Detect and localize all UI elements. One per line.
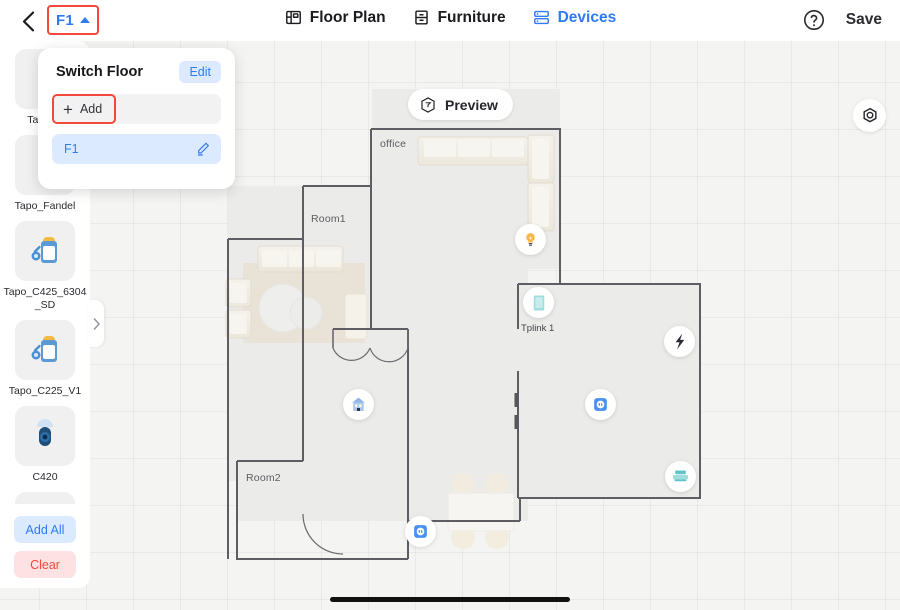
- tab-furniture[interactable]: Furniture: [412, 8, 506, 27]
- device-marker-socket-1[interactable]: [585, 389, 616, 420]
- home-indicator: [330, 597, 570, 602]
- device-marker-hub[interactable]: [343, 389, 374, 420]
- nut-gear-icon: [862, 107, 877, 122]
- add-floor-button[interactable]: + Add: [52, 94, 117, 124]
- list-item[interactable]: Tapo_C425_6304_SD: [0, 213, 90, 312]
- chevron-right-icon: [92, 317, 100, 330]
- list-item[interactable]: [0, 484, 90, 504]
- add-all-button[interactable]: Add All: [14, 516, 76, 543]
- device-thumbnail: [15, 492, 75, 504]
- list-item[interactable]: Tapo_C225_V1: [0, 312, 90, 398]
- question-circle-icon[interactable]: [802, 8, 826, 32]
- device-name: Tapo_Fandel: [14, 200, 76, 212]
- save-button[interactable]: Save: [846, 11, 882, 29]
- power-socket-icon: [414, 525, 427, 538]
- canvas-settings-button[interactable]: [853, 99, 886, 132]
- tab-floor-plan-label: Floor Plan: [309, 8, 386, 26]
- device-thumbnail: [15, 406, 75, 466]
- camera-icon: [31, 237, 57, 263]
- camera-bullet-icon: [37, 419, 53, 446]
- nav-tabs: Floor Plan Furniture Devices: [0, 8, 900, 27]
- preview-button-label: Preview: [445, 96, 498, 113]
- tablet-panel-icon: [533, 295, 544, 310]
- devices-icon: [533, 10, 549, 25]
- top-bar: F1 Floor Plan Furniture Devices Save: [0, 0, 900, 41]
- tab-floor-plan[interactable]: Floor Plan: [284, 8, 386, 27]
- app-root: office Room1 Room2 Tplink 1 Preview Tapo…: [0, 0, 900, 610]
- floor-item-label: F1: [64, 142, 79, 156]
- switch-floor-popover[interactable]: Switch Floor Edit + Add F1: [38, 48, 235, 189]
- sidebar-expand-handle[interactable]: [88, 300, 104, 347]
- tab-furniture-label: Furniture: [437, 8, 506, 26]
- cube-icon: [421, 96, 435, 113]
- sidebar-actions: Add All Clear: [0, 516, 90, 578]
- device-thumbnail: [15, 320, 75, 380]
- home-hub-icon: [352, 397, 365, 411]
- add-floor-label: Add: [79, 102, 103, 116]
- device-marker-socket-2[interactable]: [405, 516, 436, 547]
- edit-floors-button[interactable]: Edit: [179, 61, 221, 83]
- device-thumbnail: [15, 221, 75, 281]
- device-name: Tapo_C425_6304_SD: [3, 286, 87, 311]
- device-marker-energy[interactable]: [664, 326, 695, 357]
- device-marker-tplink-label: Tplink 1: [521, 323, 555, 334]
- room-label-room1: Room1: [311, 213, 346, 225]
- device-name: Tapo_C225_V1: [8, 385, 82, 397]
- room-label-room2: Room2: [246, 472, 281, 484]
- popover-header: Switch Floor Edit: [38, 48, 235, 83]
- furniture-icon: [414, 10, 428, 25]
- tab-devices[interactable]: Devices: [532, 8, 617, 27]
- lightning-bolt-icon: [675, 333, 685, 350]
- floor-item-f1[interactable]: F1: [52, 134, 221, 164]
- printer-icon: [673, 470, 688, 482]
- tab-devices-label: Devices: [557, 8, 617, 26]
- clear-button[interactable]: Clear: [14, 551, 76, 578]
- preview-button[interactable]: Preview: [408, 89, 513, 120]
- device-marker-tplink[interactable]: [523, 287, 554, 318]
- device-marker-bulb[interactable]: [515, 224, 546, 255]
- pencil-icon[interactable]: [195, 141, 211, 157]
- plus-icon: +: [63, 99, 73, 119]
- device-marker-printer[interactable]: [665, 461, 696, 492]
- add-floor-row[interactable]: + Add: [52, 94, 221, 124]
- light-bulb-icon: [526, 233, 535, 246]
- room-label-office: office: [380, 138, 407, 150]
- power-socket-icon: [594, 398, 607, 411]
- top-bar-actions: Save: [802, 8, 882, 32]
- camera-icon: [31, 336, 57, 362]
- floor-plan-icon: [285, 10, 301, 25]
- device-name: C420: [32, 471, 58, 483]
- list-item[interactable]: C420: [0, 398, 90, 484]
- popover-title: Switch Floor: [56, 64, 143, 80]
